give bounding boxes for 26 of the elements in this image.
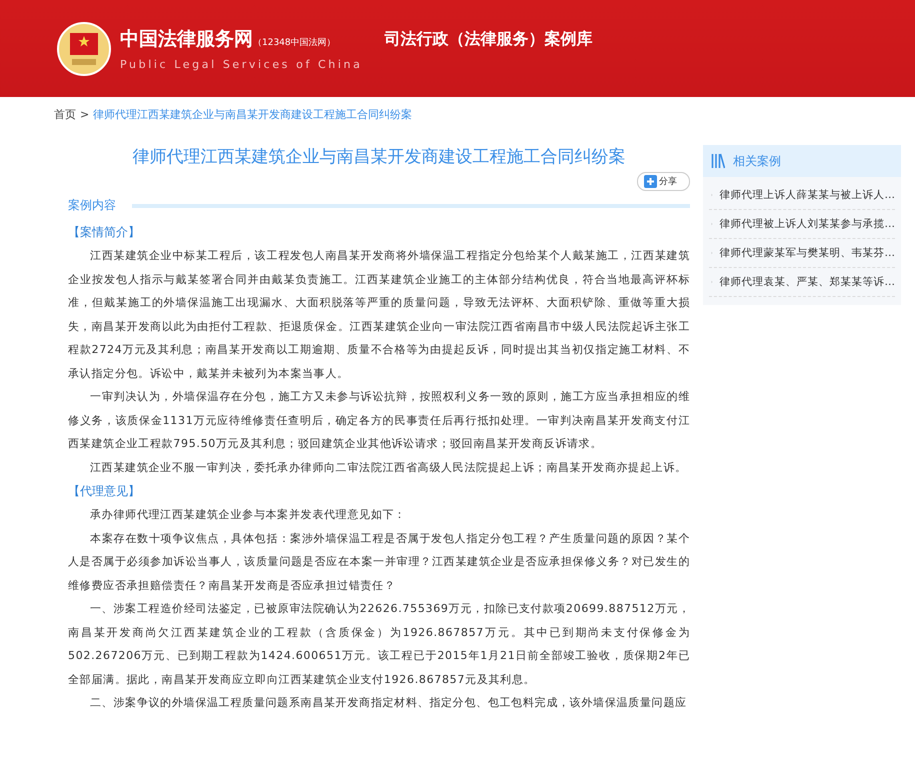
sidebar-title: 相关案例: [733, 152, 781, 170]
plus-icon: [644, 175, 657, 188]
share-button[interactable]: 分享: [637, 172, 690, 191]
section-title: 司法行政（法律服务）案例库: [384, 29, 592, 50]
body-paragraph: 江西某建筑企业中标某工程后，该工程发包人南昌某开发商将外墙保温工程指定分包给某个人戴某施工，江西某建筑企业按发包人指示与戴某签署合同并由戴某负责施工。江西某建筑企业施工的主体部分结构优良，符合当地最高评杯标准，但戴某施工的外墙保温施工出现漏水、大面积脱落等严重的质量问题，导致无法评杯、大面积铲除、重做等重大损失，南昌某开发商以此为由拒付工程款、拒退质保金。江西某建筑企业向一审法院江西省南昌市中级人民法院起诉主张工程款2724万元及其利息；南昌某开发商以工期逾期、质量不合格等为由提起反诉，同时提出其当初仅指定施工材料、不承认指定分包。诉讼中，戴某并未被列为本案当事人。: [68, 248, 690, 382]
site-subtitle: （12348中国法网）: [253, 36, 336, 49]
related-case-link[interactable]: 律师代理被上诉人刘某某参与承揽…: [709, 210, 895, 239]
body-paragraph: 江西某建筑企业不服一审判决，委托承办律师向二审法院江西省高级人民法院提起上诉；南昌某开发商亦提起上诉。: [89, 460, 688, 476]
body-paragraph: 二、涉案争议的外墙保温工程质量问题系南昌某开发商指定材料、指定分包、包工包料完成，该外墙保温质量问题应: [89, 695, 688, 711]
books-icon: [711, 153, 725, 169]
site-name: 中国法律服务网: [120, 27, 253, 52]
emblem-icon: [56, 20, 112, 76]
section-heading: 【案情简介】: [68, 224, 141, 241]
body-paragraph: 一审判决认为，外墙保温存在分包，施工方又未参与诉讼抗辩，按照权利义务一致的原则，施工方应当承担相应的维修义务，该质保金1131万元应待维修责任查明后，确定各方的民事责任后再行抵扣处理。一审判决南昌某开发商支付江西某建筑企业工程款795.50万元及其利息；驳回建筑企业其他诉讼请求；驳回南昌某开发商反诉请求。: [68, 389, 690, 452]
section-label: 案例内容: [68, 197, 116, 214]
breadcrumb-home-link[interactable]: 首页: [54, 106, 76, 122]
body-paragraph: 一、涉案工程造价经司法鉴定，已被原审法院确认为22626.755369万元，扣除已支付款项20699.887512万元，南昌某开发商尚欠江西某建筑企业的工程款（含质保金）为1926.867857万元。其中已到期尚未支付保修金为502.267206万元、已到期工程款为1424.600651万元。该工程已于2015年1月21日前全部竣工验收，质保期2年已全部届满。据此，南昌某开发商应立即向江西某建筑企业支付1926.867857元及其利息。: [68, 601, 690, 688]
section-heading: 【代理意见】: [68, 483, 141, 500]
related-case-link[interactable]: 律师代理袁某、严某、郑某某等诉…: [709, 268, 895, 297]
body-paragraph: 承办律师代理江西某建筑企业参与本案并发表代理意见如下：: [89, 507, 407, 523]
site-english-name: Public Legal Services of China: [120, 58, 362, 71]
related-case-link[interactable]: 律师代理蒙某军与樊某明、韦某芬…: [709, 239, 895, 268]
related-case-link[interactable]: 律师代理上诉人薛某某与被上诉人…: [709, 181, 895, 210]
breadcrumb-separator: >: [80, 108, 90, 120]
body-paragraph: 本案存在数十项争议焦点，具体包括：案涉外墙保温工程是否属于发包人指定分包工程？产生质量问题的原因？某个人是否属于必须参加诉讼当事人，该质量问题是否应在本案一并审理？江西某建筑企业是否应承担保修义务？对已发生的维修费应否承担赔偿责任？南昌某开发商是否应承担过错责任？: [68, 530, 690, 594]
article-title: 律师代理江西某建筑企业与南昌某开发商建设工程施工合同纠纷案: [132, 146, 626, 168]
